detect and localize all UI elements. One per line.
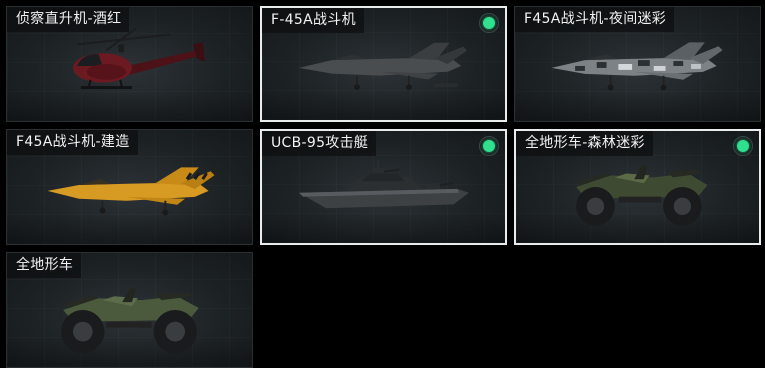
- vehicle-card-label: F-45A战斗机: [262, 8, 364, 33]
- vehicle-card-f45a-construction[interactable]: F45A战斗机-建造: [6, 129, 253, 245]
- vehicle-card-f45a-fighter[interactable]: F-45A战斗机: [260, 6, 507, 122]
- vehicle-card-label: 全地形车-森林迷彩: [516, 131, 653, 156]
- vehicle-grid: 侦察直升机-酒红 F-45A战斗机 F45A战斗机-夜间迷彩 F45A战斗机-建…: [6, 6, 761, 368]
- selected-check-icon: [733, 136, 753, 156]
- vehicle-card-atv-forest-camo[interactable]: 全地形车-森林迷彩: [514, 129, 761, 245]
- vehicle-card-label: F45A战斗机-建造: [7, 130, 138, 155]
- vehicle-card-label: 侦察直升机-酒红: [7, 7, 130, 32]
- vehicle-card-atv[interactable]: 全地形车: [6, 252, 253, 368]
- selected-check-icon: [479, 136, 499, 156]
- vehicle-card-ucb95-attack-boat[interactable]: UCB-95攻击艇: [260, 129, 507, 245]
- vehicle-card-f45a-night-camo[interactable]: F45A战斗机-夜间迷彩: [514, 6, 761, 122]
- vehicle-card-label: F45A战斗机-夜间迷彩: [515, 7, 675, 32]
- vehicle-card-scout-helicopter[interactable]: 侦察直升机-酒红: [6, 6, 253, 122]
- vehicle-card-label: UCB-95攻击艇: [262, 131, 377, 156]
- vehicle-card-label: 全地形车: [7, 253, 82, 278]
- selected-check-icon: [479, 13, 499, 33]
